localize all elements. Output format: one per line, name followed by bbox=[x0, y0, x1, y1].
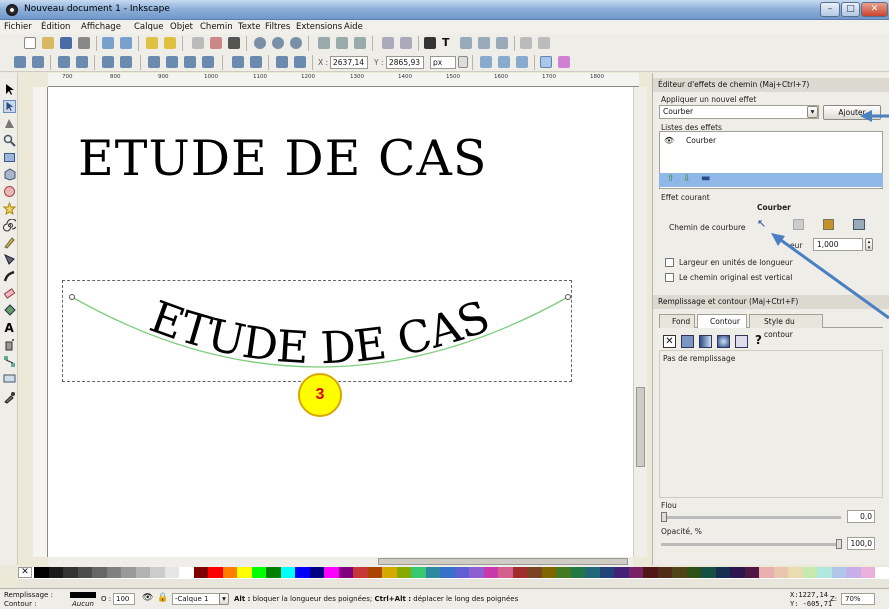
color-swatch[interactable] bbox=[846, 567, 861, 578]
color-swatch[interactable] bbox=[744, 567, 759, 578]
color-swatch[interactable] bbox=[570, 567, 585, 578]
color-swatch[interactable] bbox=[150, 567, 165, 578]
color-swatch[interactable] bbox=[599, 567, 614, 578]
color-swatch[interactable] bbox=[512, 567, 527, 578]
color-swatch[interactable] bbox=[367, 567, 382, 578]
status-message: Alt : bloquer la longueur des poignées; … bbox=[234, 595, 519, 603]
color-swatch[interactable] bbox=[251, 567, 266, 578]
color-swatch[interactable] bbox=[730, 567, 745, 578]
color-swatch[interactable] bbox=[411, 567, 426, 578]
fill-status-label: Remplissage : bbox=[4, 591, 53, 599]
fill-color-indicator[interactable] bbox=[70, 592, 96, 598]
color-swatch[interactable] bbox=[860, 567, 875, 578]
color-swatch[interactable] bbox=[483, 567, 498, 578]
zoom-input[interactable]: 70% bbox=[841, 593, 875, 605]
opacity-status-label: O : bbox=[101, 595, 112, 603]
color-palette: ✕ bbox=[18, 567, 889, 579]
color-swatch[interactable] bbox=[164, 567, 179, 578]
color-swatch[interactable] bbox=[643, 567, 658, 578]
annotation-arrows bbox=[771, 110, 889, 320]
color-swatch[interactable] bbox=[338, 567, 353, 578]
color-swatch[interactable] bbox=[425, 567, 440, 578]
color-swatch[interactable] bbox=[222, 567, 237, 578]
color-swatch[interactable] bbox=[63, 567, 78, 578]
layer-select[interactable]: -Calque 1 bbox=[172, 593, 220, 605]
color-swatch[interactable] bbox=[585, 567, 600, 578]
color-swatch[interactable] bbox=[672, 567, 687, 578]
color-swatch[interactable] bbox=[295, 567, 310, 578]
zoom-label: Z: bbox=[830, 595, 838, 603]
color-swatch[interactable] bbox=[498, 567, 513, 578]
color-swatch[interactable] bbox=[541, 567, 556, 578]
layer-lock-icon[interactable]: 🔒 bbox=[157, 593, 168, 603]
color-swatch[interactable] bbox=[396, 567, 411, 578]
color-swatch[interactable] bbox=[614, 567, 629, 578]
color-swatch[interactable] bbox=[179, 567, 194, 578]
cursor-y: Y: -605,71 bbox=[790, 600, 833, 608]
color-swatch[interactable] bbox=[469, 567, 484, 578]
color-swatch[interactable] bbox=[802, 567, 817, 578]
color-swatch[interactable] bbox=[556, 567, 571, 578]
color-swatch[interactable] bbox=[106, 567, 121, 578]
opacity-status-input[interactable]: 100 bbox=[113, 593, 135, 605]
color-swatch[interactable] bbox=[280, 567, 295, 578]
color-swatch[interactable] bbox=[440, 567, 455, 578]
color-swatch[interactable] bbox=[121, 567, 136, 578]
color-swatch[interactable] bbox=[309, 567, 324, 578]
no-color-swatch[interactable]: ✕ bbox=[18, 567, 32, 578]
color-swatch[interactable] bbox=[686, 567, 701, 578]
layer-visibility-icon[interactable]: 👁 bbox=[142, 593, 153, 603]
color-swatch[interactable] bbox=[382, 567, 397, 578]
color-swatch[interactable] bbox=[657, 567, 672, 578]
color-swatch[interactable] bbox=[48, 567, 63, 578]
color-swatch[interactable] bbox=[266, 567, 281, 578]
status-bar: Remplissage : Contour : Aucun O : 100 👁 … bbox=[0, 588, 889, 609]
color-swatch[interactable] bbox=[324, 567, 339, 578]
color-swatch[interactable] bbox=[237, 567, 252, 578]
color-swatch[interactable] bbox=[527, 567, 542, 578]
color-swatch[interactable] bbox=[77, 567, 92, 578]
stroke-status-label: Contour : bbox=[4, 600, 37, 608]
color-swatch[interactable] bbox=[788, 567, 803, 578]
color-swatch[interactable] bbox=[628, 567, 643, 578]
color-swatch[interactable] bbox=[701, 567, 716, 578]
layer-dropdown-icon[interactable]: ▾ bbox=[219, 593, 229, 605]
stroke-value: Aucun bbox=[72, 600, 94, 608]
color-swatch[interactable] bbox=[353, 567, 368, 578]
color-swatch[interactable] bbox=[817, 567, 832, 578]
palette-scrollbar[interactable] bbox=[18, 579, 889, 588]
cursor-x: X:1227,14 bbox=[790, 591, 828, 599]
color-swatch[interactable] bbox=[454, 567, 469, 578]
color-swatch[interactable] bbox=[773, 567, 788, 578]
color-swatch[interactable] bbox=[831, 567, 846, 578]
color-swatch[interactable] bbox=[193, 567, 208, 578]
color-swatch[interactable] bbox=[135, 567, 150, 578]
color-swatch[interactable] bbox=[715, 567, 730, 578]
color-swatch[interactable] bbox=[34, 567, 49, 578]
color-swatch[interactable] bbox=[92, 567, 107, 578]
color-swatch[interactable] bbox=[759, 567, 774, 578]
color-swatch[interactable] bbox=[208, 567, 223, 578]
